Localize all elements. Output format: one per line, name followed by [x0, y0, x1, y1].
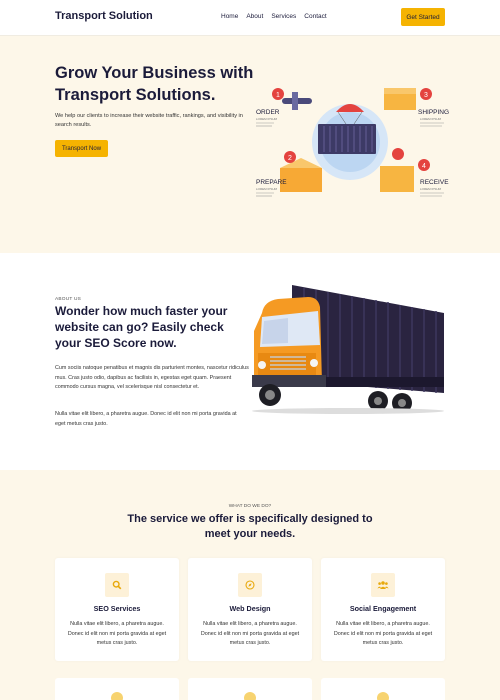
service-description: Nulla vitae elit libero, a pharetra augu… — [67, 621, 167, 646]
step-number: 4 — [422, 163, 426, 170]
hero-description: We help our clients to increase their we… — [55, 113, 243, 128]
step-sublabel: LOREM IPSUM — [420, 117, 442, 121]
nav-contact-link[interactable]: Contact — [304, 13, 326, 20]
step-number: 1 — [276, 92, 280, 99]
service-card-partial[interactable] — [188, 678, 312, 700]
transport-now-button[interactable]: Transport Now — [55, 140, 108, 157]
about-title: Wonder how much faster your website can … — [55, 304, 228, 350]
search-icon — [105, 573, 129, 597]
service-card-partial[interactable] — [321, 678, 445, 700]
step-number: 2 — [288, 155, 292, 162]
services-section: WHAT DO WE DO? The service we offer is s… — [0, 470, 500, 700]
hero-title: Grow Your Business with Transport Soluti… — [55, 64, 254, 104]
services-section-label: WHAT DO WE DO? — [228, 504, 272, 509]
compass-icon — [238, 573, 262, 597]
step-number: 3 — [424, 92, 428, 99]
get-started-button[interactable]: Get Started — [401, 8, 445, 26]
site-header: Transport Solution Home About Services C… — [0, 0, 500, 36]
step-label: PREPARE — [256, 179, 287, 186]
users-icon — [371, 573, 395, 597]
logistics-illustration: 1 3 2 4 ORDER LOREM IPSUM SHIPPING LOREM… — [256, 88, 449, 197]
service-card-partial[interactable] — [55, 678, 179, 700]
about-paragraph: Nulla vitae elit libero, a pharetra augu… — [55, 411, 237, 427]
hero-section: Grow Your Business with Transport Soluti… — [0, 36, 500, 253]
about-section-label: ABOUT US — [55, 297, 82, 302]
step-sublabel: LOREM IPSUM — [256, 117, 278, 121]
step-sublabel: LOREM IPSUM — [420, 187, 442, 191]
service-card[interactable]: Web Design Nulla vitae elit libero, a ph… — [188, 558, 312, 661]
nav-about-link[interactable]: About — [246, 13, 263, 20]
nav-services-link[interactable]: Services — [271, 13, 296, 20]
services-title: The service we offer is specifically des… — [127, 513, 373, 540]
main-nav: Home About Services Contact — [221, 13, 327, 20]
service-card[interactable]: SEO Services Nulla vitae elit libero, a … — [55, 558, 179, 661]
service-icon-partial — [111, 692, 123, 700]
step-label: ORDER — [256, 109, 280, 116]
service-icon-partial — [244, 692, 256, 700]
step-sublabel: LOREM IPSUM — [256, 187, 278, 191]
nav-home-link[interactable]: Home — [221, 13, 238, 20]
truck-illustration — [252, 285, 444, 414]
service-description: Nulla vitae elit libero, a pharetra augu… — [200, 621, 300, 646]
service-title: Web Design — [229, 604, 271, 613]
step-label: RECEIVE — [420, 179, 449, 186]
site-logo[interactable]: Transport Solution — [55, 10, 153, 22]
service-title: Social Engagement — [349, 604, 417, 613]
service-card[interactable]: Social Engagement Nulla vitae elit liber… — [321, 558, 445, 661]
about-paragraph: Cum sociis natoque penatibus et magnis d… — [55, 365, 249, 390]
step-label: SHIPPING — [418, 109, 449, 116]
service-title: SEO Services — [93, 604, 141, 613]
service-description: Nulla vitae elit libero, a pharetra augu… — [333, 621, 433, 646]
service-icon-partial — [377, 692, 389, 700]
